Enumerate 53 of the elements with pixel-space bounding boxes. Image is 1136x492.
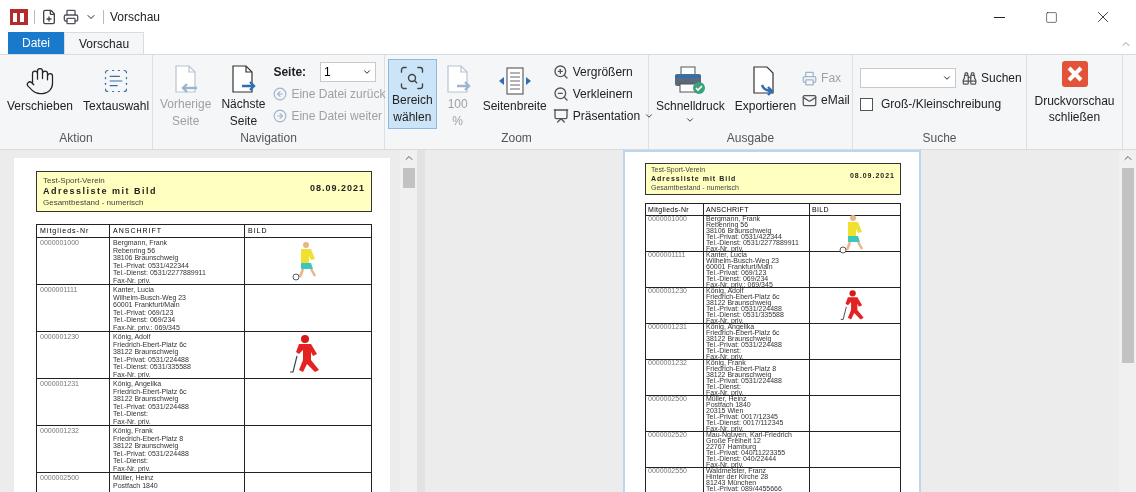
binoculars-icon [962, 70, 977, 86]
dropdown-caret-icon[interactable] [942, 73, 952, 83]
group-label: Suche [922, 130, 957, 147]
move-button[interactable]: Verschieben [3, 59, 78, 129]
checkbox[interactable] [860, 97, 873, 111]
presentation-icon [552, 108, 569, 124]
select-area-button[interactable]: Bereich wählen [388, 59, 437, 129]
app-logo-icon [10, 9, 28, 25]
minimize-icon [993, 16, 1005, 18]
fax-icon [802, 70, 818, 86]
dropdown-caret-icon [644, 111, 655, 121]
hand-icon [25, 66, 55, 96]
group-label: Ausgabe [726, 130, 775, 147]
maximize-icon [1044, 10, 1058, 24]
presentation-button[interactable]: Präsentation [552, 105, 655, 127]
quick-print-button[interactable]: Schnelldruck [652, 59, 729, 129]
zoom-in-icon [552, 64, 569, 80]
search-field[interactable] [860, 68, 956, 88]
report-subtitle: Gesamtbestand - numerisch [43, 197, 145, 208]
dropdown-caret-icon [685, 115, 696, 125]
file-tab[interactable]: Datei [8, 32, 64, 54]
printer-check-icon [673, 66, 708, 96]
dropdown-caret-icon[interactable] [362, 67, 373, 77]
new-document-icon[interactable] [41, 9, 57, 25]
scrollbar-thumb[interactable] [1121, 168, 1134, 363]
page-width-icon [497, 66, 532, 96]
page-select[interactable]: 1 [320, 62, 377, 82]
mail-icon [802, 92, 818, 108]
scrollbar-thumb[interactable] [402, 168, 415, 188]
vertical-scrollbar[interactable] [400, 150, 417, 492]
export-button[interactable]: Exportieren [730, 59, 801, 129]
group-label: Zoom [501, 130, 532, 147]
printer-icon[interactable] [63, 9, 79, 25]
text-select-button[interactable]: Textauswahl [79, 59, 154, 129]
page-width-button[interactable]: Seitenbreite [478, 59, 551, 129]
next-page-button[interactable]: Nächste Seite [217, 59, 270, 129]
report-date: 08.09.2021 [309, 182, 365, 195]
report-title: Adressliste mit Bild [43, 186, 158, 197]
zoom-in-button[interactable]: Vergrößern [552, 61, 655, 83]
ribbon-tab[interactable]: Vorschau [64, 32, 145, 54]
email-button[interactable]: eMail [802, 89, 850, 111]
page-label: Seite: [273, 64, 307, 81]
club-name: Test-Sport-Verein [43, 176, 106, 186]
zoom-out-button[interactable]: Verkleinern [552, 83, 655, 105]
checkbox-label: Groß-/Kleinschreibung [881, 96, 1002, 113]
close-preview-button[interactable]: Druckvorschau schließen [1034, 61, 1115, 125]
vertical-scrollbar[interactable] [1119, 150, 1136, 492]
search-button[interactable]: Suchen [962, 67, 1022, 89]
window-title: Vorschau [110, 9, 161, 26]
close-icon [1061, 61, 1088, 87]
group-label: Navigation [240, 130, 297, 147]
group-label: Aktion [59, 130, 93, 147]
zoom-out-icon [552, 86, 569, 102]
